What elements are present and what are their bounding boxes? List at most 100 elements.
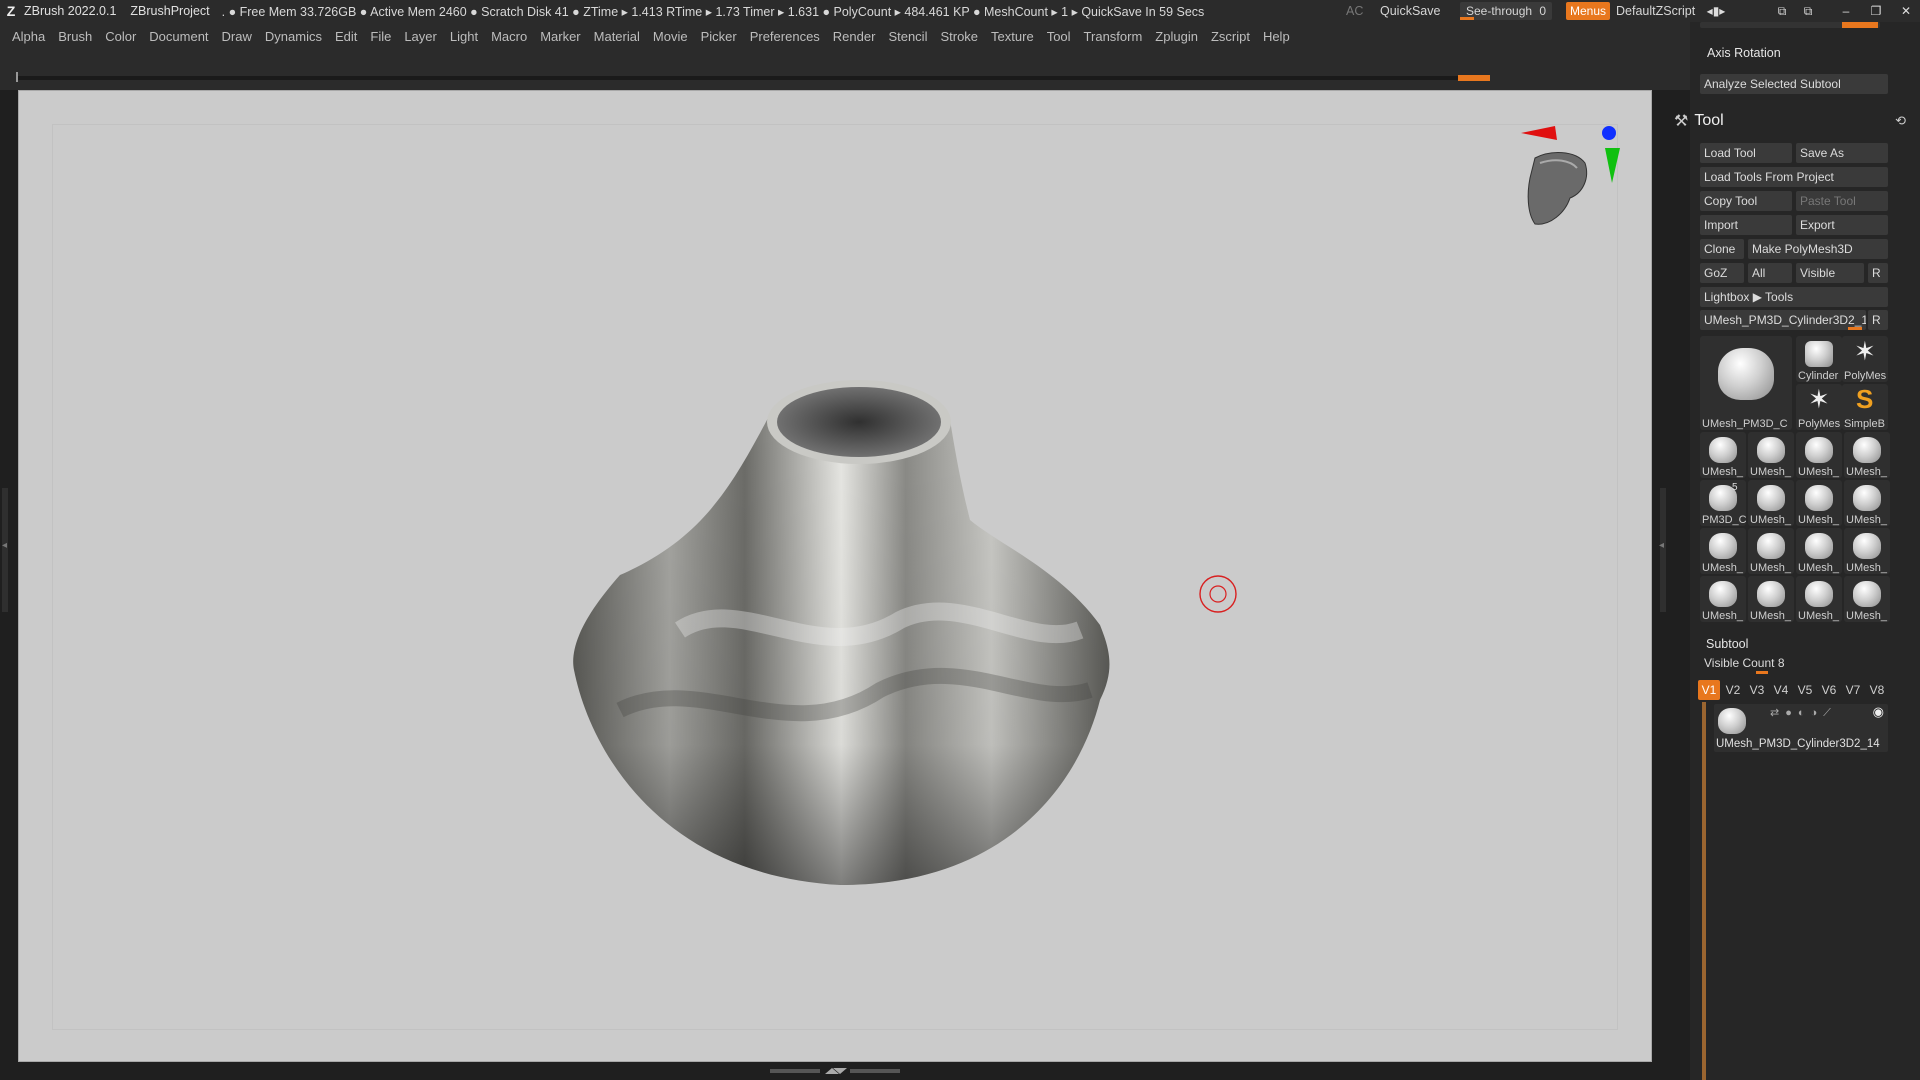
layout-arrows-icon[interactable]: ◂▮▸	[1706, 2, 1726, 20]
goz-button[interactable]: GoZ	[1700, 263, 1744, 283]
menu-marker[interactable]: Marker	[540, 29, 580, 44]
layout-icon[interactable]: ⧉	[1772, 2, 1792, 20]
umesh-thumb-icon	[1853, 581, 1881, 607]
axis-rotation-label[interactable]: Axis Rotation	[1707, 46, 1781, 60]
visibility-set-v3[interactable]: V3	[1746, 680, 1768, 700]
menu-layer[interactable]: Layer	[404, 29, 437, 44]
tool-thumb-cylinder[interactable]: Cylinder	[1796, 336, 1842, 382]
shelf-marker[interactable]	[1458, 75, 1490, 81]
restore-icon[interactable]: ❐	[1866, 2, 1886, 20]
tool-thumb[interactable]: UMesh_	[1844, 432, 1890, 478]
tool-thumb[interactable]: UMesh_	[1748, 480, 1794, 526]
tool-thumb[interactable]: UMesh_	[1748, 576, 1794, 622]
shelf-track	[16, 76, 1490, 80]
axis-gizmo-icon[interactable]	[1505, 118, 1625, 238]
subtool-eye-icon[interactable]: ◉	[1873, 704, 1884, 720]
menu-stencil[interactable]: Stencil	[888, 29, 927, 44]
menu-material[interactable]: Material	[594, 29, 640, 44]
tool-thumb[interactable]: UMesh_	[1796, 480, 1842, 526]
subtool-section-title[interactable]: Subtool	[1706, 637, 1748, 651]
menu-color[interactable]: Color	[105, 29, 136, 44]
menu-help[interactable]: Help	[1263, 29, 1290, 44]
tool-thumb[interactable]: 5 PM3D_C	[1700, 480, 1746, 526]
tool-thumb[interactable]: UMesh_	[1844, 576, 1890, 622]
seethrough-slider[interactable]: See-through 0	[1460, 2, 1552, 20]
analyze-subtool-button[interactable]: Analyze Selected Subtool	[1700, 74, 1888, 94]
tool-thumb[interactable]: UMesh_	[1844, 480, 1890, 526]
layout-alt-icon[interactable]: ⧉	[1798, 2, 1818, 20]
menu-zplugin[interactable]: Zplugin	[1155, 29, 1198, 44]
tool-thumb[interactable]: UMesh_	[1748, 432, 1794, 478]
tool-palette-header[interactable]: ⚒ Tool ⟲	[1670, 110, 1906, 132]
menu-brush[interactable]: Brush	[58, 29, 92, 44]
visible-count-slider[interactable]: Visible Count 8	[1702, 656, 1888, 674]
current-tool-r-button[interactable]: R	[1868, 310, 1888, 330]
menu-stroke[interactable]: Stroke	[940, 29, 978, 44]
status-info: . ● Free Mem 33.726GB ● Active Mem 2460 …	[221, 4, 1205, 19]
menu-preferences[interactable]: Preferences	[750, 29, 820, 44]
tool-thumb-polymesh-1[interactable]: ✶ PolyMes	[1842, 336, 1888, 382]
paste-tool-button[interactable]: Paste Tool	[1796, 191, 1888, 211]
tool-thumb-current[interactable]: UMesh_PM3D_C	[1700, 336, 1792, 430]
menu-render[interactable]: Render	[833, 29, 876, 44]
visibility-set-v6[interactable]: V6	[1818, 680, 1840, 700]
menu-texture[interactable]: Texture	[991, 29, 1034, 44]
goz-r-button[interactable]: R	[1868, 263, 1888, 283]
tool-thumb-simplebrush[interactable]: S SimpleB	[1842, 384, 1888, 430]
tool-thumb[interactable]: UMesh_	[1748, 528, 1794, 574]
default-zscript-button[interactable]: DefaultZScript	[1616, 0, 1695, 22]
subtool-item[interactable]: ⇄●◐◑⟋ ◉ UMesh_PM3D_Cylinder3D2_14	[1714, 704, 1888, 752]
save-as-button[interactable]: Save As	[1796, 143, 1888, 163]
load-tools-from-project-button[interactable]: Load Tools From Project	[1700, 167, 1888, 187]
menu-picker[interactable]: Picker	[701, 29, 737, 44]
menu-transform[interactable]: Transform	[1084, 29, 1143, 44]
load-tool-button[interactable]: Load Tool	[1700, 143, 1792, 163]
copy-tool-button[interactable]: Copy Tool	[1700, 191, 1792, 211]
visibility-set-v4[interactable]: V4	[1770, 680, 1792, 700]
import-button[interactable]: Import	[1700, 215, 1792, 235]
visibility-set-v7[interactable]: V7	[1842, 680, 1864, 700]
goz-visible-button[interactable]: Visible	[1796, 263, 1864, 283]
menu-draw[interactable]: Draw	[222, 29, 252, 44]
visibility-set-v1[interactable]: V1	[1698, 680, 1720, 700]
vase-model[interactable]	[560, 370, 1160, 900]
tool-thumb-polymesh-2[interactable]: ✶ PolyMes	[1796, 384, 1842, 430]
menu-zscript[interactable]: Zscript	[1211, 29, 1250, 44]
menu-alpha[interactable]: Alpha	[12, 29, 45, 44]
subtool-polygroup-icons[interactable]: ⇄●◐◑⟋	[1770, 706, 1837, 720]
tool-thumb[interactable]: UMesh_	[1796, 576, 1842, 622]
reset-icon[interactable]: ⟲	[1895, 113, 1906, 129]
tool-thumb[interactable]: UMesh_	[1796, 432, 1842, 478]
visibility-set-v8[interactable]: V8	[1866, 680, 1888, 700]
tool-thumb[interactable]: UMesh_	[1796, 528, 1842, 574]
minimize-icon[interactable]: –	[1836, 2, 1856, 20]
lightbox-tools-button[interactable]: Lightbox ▶ Tools	[1700, 287, 1888, 307]
bottom-tray-handle[interactable]	[770, 1066, 900, 1076]
menus-toggle-button[interactable]: Menus	[1566, 2, 1610, 20]
menu-document[interactable]: Document	[149, 29, 208, 44]
goz-all-button[interactable]: All	[1748, 263, 1792, 283]
menu-dynamics[interactable]: Dynamics	[265, 29, 322, 44]
left-tray-arrow-icon[interactable]: ◂	[2, 540, 10, 560]
visibility-set-v5[interactable]: V5	[1794, 680, 1816, 700]
export-button[interactable]: Export	[1796, 215, 1888, 235]
close-icon[interactable]: ✕	[1896, 2, 1916, 20]
subtool-list-scrollbar[interactable]	[1702, 702, 1706, 1080]
tool-thumb[interactable]: UMesh_	[1700, 432, 1746, 478]
right-tray-arrow-icon[interactable]: ◂	[1659, 540, 1667, 560]
clone-button[interactable]: Clone	[1700, 239, 1744, 259]
menu-light[interactable]: Light	[450, 29, 478, 44]
make-polymesh3d-button[interactable]: Make PolyMesh3D	[1748, 239, 1888, 259]
menu-movie[interactable]: Movie	[653, 29, 688, 44]
tool-thumb[interactable]: UMesh_	[1844, 528, 1890, 574]
visibility-set-v2[interactable]: V2	[1722, 680, 1744, 700]
tool-thumb[interactable]: UMesh_	[1700, 576, 1746, 622]
menu-tool[interactable]: Tool	[1047, 29, 1071, 44]
menu-macro[interactable]: Macro	[491, 29, 527, 44]
quicksave-button[interactable]: QuickSave	[1380, 0, 1440, 22]
umesh-thumb-icon	[1709, 581, 1737, 607]
menu-file[interactable]: File	[370, 29, 391, 44]
tool-thumb[interactable]: UMesh_	[1700, 528, 1746, 574]
menu-edit[interactable]: Edit	[335, 29, 357, 44]
current-tool-selector[interactable]: UMesh_PM3D_Cylinder3D2_1	[1700, 310, 1866, 330]
